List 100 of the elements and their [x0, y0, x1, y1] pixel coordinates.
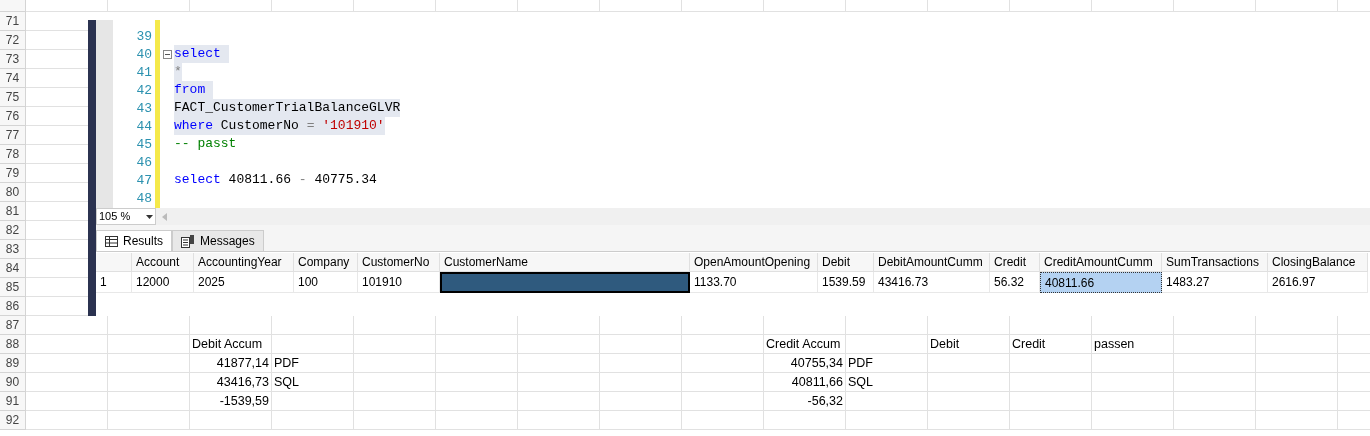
- sheet-cell[interactable]: [846, 335, 928, 354]
- row-header[interactable]: 84: [0, 259, 26, 278]
- sheet-cell[interactable]: [272, 392, 354, 411]
- scroll-left-icon[interactable]: [162, 212, 167, 221]
- sheet-cell[interactable]: [108, 335, 190, 354]
- sheet-cell[interactable]: [354, 354, 436, 373]
- column-header[interactable]: Account: [132, 253, 194, 272]
- column-header[interactable]: AccountingYear: [194, 253, 294, 272]
- sheet-cell[interactable]: [190, 411, 272, 430]
- column-header[interactable]: SumTransactions: [1162, 253, 1268, 272]
- row-header[interactable]: 89: [0, 354, 26, 373]
- sheet-cell[interactable]: PDF: [846, 354, 928, 373]
- column-header[interactable]: Company: [294, 253, 358, 272]
- row-header[interactable]: 92: [0, 411, 26, 430]
- sheet-cell[interactable]: [354, 411, 436, 430]
- sheet-cell[interactable]: [1174, 335, 1256, 354]
- result-cell[interactable]: 2616.97: [1268, 272, 1368, 293]
- column-header[interactable]: DebitAmountCumm: [874, 253, 990, 272]
- sheet-cell[interactable]: [518, 392, 600, 411]
- row-header[interactable]: 77: [0, 126, 26, 145]
- sheet-cell[interactable]: Debit Accum: [190, 335, 272, 354]
- row-header[interactable]: 76: [0, 107, 26, 126]
- row-header[interactable]: 90: [0, 373, 26, 392]
- sheet-cell[interactable]: [600, 373, 682, 392]
- sheet-cell[interactable]: [1174, 411, 1256, 430]
- sheet-cell[interactable]: [518, 335, 600, 354]
- row-header[interactable]: 73: [0, 50, 26, 69]
- sheet-cell[interactable]: 40811,66: [764, 373, 846, 392]
- result-cell[interactable]: 2025: [194, 272, 294, 293]
- sheet-cell[interactable]: -56,32: [764, 392, 846, 411]
- sheet-cell[interactable]: [26, 335, 108, 354]
- sheet-cell[interactable]: SQL: [272, 373, 354, 392]
- sheet-cell[interactable]: [1010, 354, 1092, 373]
- sheet-cell[interactable]: [846, 411, 928, 430]
- column-header[interactable]: CreditAmountCumm: [1040, 253, 1162, 272]
- sheet-cell[interactable]: [26, 392, 108, 411]
- result-cell[interactable]: 100: [294, 272, 358, 293]
- sheet-cell[interactable]: [436, 373, 518, 392]
- sheet-cell[interactable]: [1256, 354, 1338, 373]
- sheet-cell[interactable]: [682, 392, 764, 411]
- result-cell[interactable]: 1539.59: [818, 272, 874, 293]
- sheet-cell[interactable]: 43416,73: [190, 373, 272, 392]
- zoom-dropdown[interactable]: 105 %: [96, 208, 156, 225]
- sheet-cell[interactable]: Credit Accum: [764, 335, 846, 354]
- result-cell[interactable]: 1: [96, 272, 132, 293]
- sheet-cell[interactable]: [108, 392, 190, 411]
- sheet-cell[interactable]: [26, 411, 108, 430]
- sheet-cell[interactable]: [928, 411, 1010, 430]
- result-cell[interactable]: 12000: [132, 272, 194, 293]
- sheet-cell[interactable]: [354, 373, 436, 392]
- result-cell[interactable]: 1133.70: [690, 272, 818, 293]
- row-header[interactable]: 87: [0, 316, 26, 335]
- sheet-cell[interactable]: [764, 411, 846, 430]
- sheet-cell[interactable]: [600, 354, 682, 373]
- sheet-cell[interactable]: [108, 354, 190, 373]
- results-tab[interactable]: Messages: [172, 230, 264, 251]
- sheet-cell[interactable]: [1256, 392, 1338, 411]
- sheet-cell[interactable]: [600, 392, 682, 411]
- sheet-cell[interactable]: [436, 335, 518, 354]
- column-header[interactable]: CustomerName: [440, 253, 690, 272]
- sheet-cell[interactable]: [1092, 411, 1174, 430]
- sheet-cell[interactable]: [354, 335, 436, 354]
- sheet-cell[interactable]: [1256, 373, 1338, 392]
- sheet-cell[interactable]: [108, 411, 190, 430]
- sheet-cell[interactable]: [846, 392, 928, 411]
- row-header[interactable]: 72: [0, 31, 26, 50]
- result-cell[interactable]: 40811.66: [1040, 272, 1162, 293]
- sheet-cell[interactable]: [928, 392, 1010, 411]
- result-cell[interactable]: 1483.27: [1162, 272, 1268, 293]
- row-header[interactable]: 91: [0, 392, 26, 411]
- column-header[interactable]: Debit: [818, 253, 874, 272]
- sheet-cell[interactable]: [354, 392, 436, 411]
- column-header[interactable]: OpenAmountOpening: [690, 253, 818, 272]
- sheet-cell[interactable]: -1539,59: [190, 392, 272, 411]
- sheet-cell[interactable]: [682, 373, 764, 392]
- sheet-cell[interactable]: [928, 354, 1010, 373]
- results-tab[interactable]: Results: [96, 230, 172, 251]
- sheet-cell[interactable]: [272, 411, 354, 430]
- row-header[interactable]: 80: [0, 183, 26, 202]
- sheet-cell[interactable]: [1256, 411, 1338, 430]
- sheet-cell[interactable]: [436, 411, 518, 430]
- collapse-icon[interactable]: [162, 49, 172, 59]
- sheet-cell[interactable]: [518, 411, 600, 430]
- sheet-cell[interactable]: [436, 354, 518, 373]
- row-header[interactable]: 81: [0, 202, 26, 221]
- sheet-cell[interactable]: [1010, 411, 1092, 430]
- sheet-cell[interactable]: [1092, 354, 1174, 373]
- sheet-cell[interactable]: [682, 335, 764, 354]
- sheet-cell[interactable]: [436, 392, 518, 411]
- sheet-cell[interactable]: PDF: [272, 354, 354, 373]
- row-header[interactable]: 83: [0, 240, 26, 259]
- row-header[interactable]: 88: [0, 335, 26, 354]
- sheet-cell[interactable]: [272, 335, 354, 354]
- sheet-cell[interactable]: Credit: [1010, 335, 1092, 354]
- row-header[interactable]: 86: [0, 297, 26, 316]
- sheet-cell[interactable]: [26, 354, 108, 373]
- sheet-cell[interactable]: [26, 373, 108, 392]
- sheet-cell[interactable]: 41877,14: [190, 354, 272, 373]
- sheet-cell[interactable]: [1010, 392, 1092, 411]
- sheet-cell[interactable]: [928, 373, 1010, 392]
